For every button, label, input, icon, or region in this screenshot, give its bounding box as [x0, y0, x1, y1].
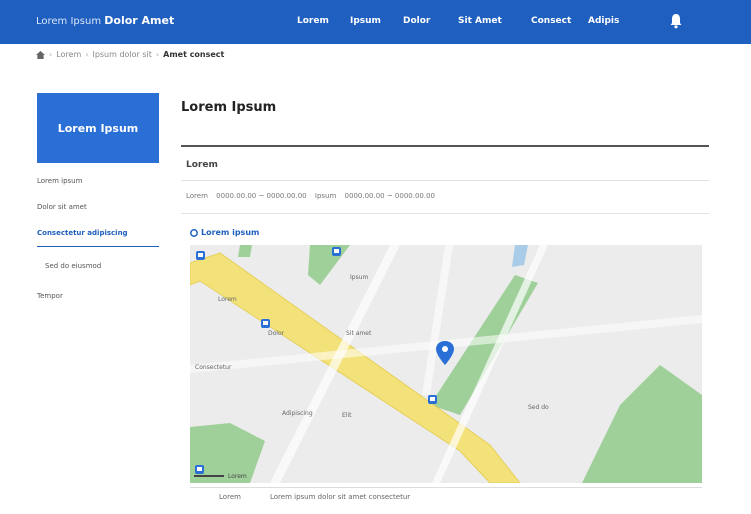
address-row: Lorem Lorem ipsum dolor sit amet consect… — [190, 487, 702, 505]
map-label: Ipsum — [350, 274, 369, 281]
sidebar-item-5[interactable]: Tempor — [37, 292, 63, 300]
nav-item-2[interactable]: Ipsum — [350, 16, 381, 26]
nav-item-education-consulting[interactable]: Sit Amet — [458, 16, 502, 26]
sidebar-title: Lorem Ipsum — [37, 93, 159, 163]
map-bus-stop-icon — [261, 319, 270, 328]
title-divider — [181, 145, 709, 147]
map-label: Sit amet — [346, 330, 372, 337]
breadcrumb-separator: › — [155, 50, 160, 59]
map-label: Lorem — [218, 296, 237, 303]
address-label: Lorem — [219, 492, 241, 501]
sidebar-subitem[interactable]: Sed do eiusmod — [45, 262, 101, 270]
top-navigation-bar: Lorem Ipsum Dolor Amet Lorem Ipsum Dolor… — [0, 0, 751, 44]
breadcrumb-item-2[interactable]: Ipsum dolor sit — [92, 50, 151, 59]
location-heading: Lorem ipsum — [190, 228, 259, 237]
period-row: Lorem 0000.00.00 ~ 0000.00.00 Ipsum 0000… — [186, 192, 441, 200]
breadcrumb-separator: › — [49, 50, 53, 59]
divider — [181, 180, 709, 181]
apply-period-value: 0000.00.00 ~ 0000.00.00 — [216, 192, 307, 200]
nav-item-5[interactable]: Consect — [531, 16, 571, 26]
map-canvas[interactable]: Lorem Ipsum Dolor Sit amet Consectetur A… — [190, 245, 702, 483]
map-label: Consectetur — [195, 364, 232, 371]
sidebar-item-active[interactable]: Consectetur adipiscing — [37, 229, 128, 237]
site-brand[interactable]: Lorem Ipsum Dolor Amet — [36, 14, 174, 27]
apply-period-label: Lorem — [186, 192, 208, 200]
map-bus-stop-icon — [428, 395, 437, 404]
course-name: Lorem — [186, 160, 218, 170]
breadcrumb-item-1[interactable]: Lorem — [56, 50, 81, 59]
page-title: Lorem Ipsum — [181, 100, 277, 115]
nav-item-1[interactable]: Lorem — [297, 16, 329, 26]
sidebar-active-underline — [37, 246, 159, 247]
breadcrumb-separator: › — [85, 50, 89, 59]
map-label: Dolor — [268, 330, 285, 337]
address-value: Lorem ipsum dolor sit amet consectetur — [270, 492, 411, 501]
map-label: Sed do — [528, 404, 549, 411]
sidebar-item-1[interactable]: Lorem ipsum — [37, 177, 82, 185]
map-scale-label: Lorem — [228, 473, 247, 480]
breadcrumb: › Lorem › Ipsum dolor sit › Amet consect — [36, 50, 224, 59]
nav-item-3[interactable]: Dolor — [403, 16, 430, 26]
map-bus-stop-icon — [196, 251, 205, 260]
map-park-small — [238, 245, 252, 257]
map-label: Elit — [342, 412, 352, 419]
breadcrumb-current: Amet consect — [163, 50, 225, 59]
map-bus-stop-icon — [195, 465, 204, 474]
edu-period-label: Ipsum — [314, 192, 337, 200]
brand-name: Dolor Amet — [104, 14, 175, 27]
map-bus-stop-icon — [332, 247, 341, 256]
location-dot-icon — [190, 228, 198, 237]
nav-item-mypage[interactable]: Adipis — [588, 16, 619, 26]
brand-prefix: Lorem Ipsum — [36, 16, 102, 27]
home-icon[interactable] — [36, 50, 45, 59]
location-map[interactable]: Lorem Ipsum Dolor Sit amet Consectetur A… — [190, 245, 702, 483]
location-label: Lorem ipsum — [201, 228, 260, 237]
map-label: Adipiscing — [282, 410, 313, 417]
bell-icon[interactable] — [669, 13, 683, 29]
map-scale-bar — [194, 475, 224, 477]
sidebar-item-2[interactable]: Dolor sit amet — [37, 203, 87, 211]
divider — [181, 213, 709, 214]
edu-period-value: 0000.00.00 ~ 0000.00.00 — [344, 192, 436, 200]
